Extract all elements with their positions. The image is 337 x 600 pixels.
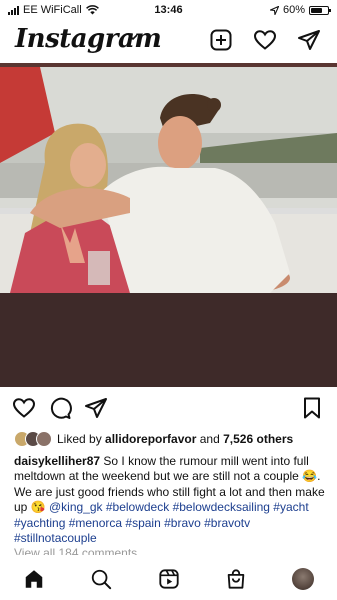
direct-message-icon[interactable] [297, 28, 321, 52]
liked-by-username[interactable]: allidoreporfavor [105, 432, 196, 446]
comment-icon[interactable] [48, 396, 72, 420]
app-header: Instagram [0, 22, 337, 58]
avatar [36, 431, 52, 447]
post-caption: daisykelliher87 So I know the rumour mil… [14, 454, 326, 546]
reels-icon[interactable] [158, 568, 180, 590]
bottom-tab-bar [0, 558, 337, 600]
battery-percent: 60% [282, 4, 305, 16]
post-photo [0, 63, 337, 293]
search-icon[interactable] [90, 568, 112, 590]
chevron-down-icon[interactable] [128, 34, 138, 41]
shop-icon[interactable] [225, 568, 247, 590]
battery-icon [309, 5, 331, 15]
caption-mention[interactable]: @king_gk [49, 500, 103, 514]
likes-count[interactable]: 7,526 others [223, 432, 293, 446]
bookmark-icon[interactable] [300, 396, 324, 420]
status-right: 60% [269, 4, 331, 16]
heart-icon[interactable] [253, 28, 277, 52]
home-icon[interactable] [23, 568, 45, 590]
view-comments-link[interactable]: View all 184 comments [14, 546, 137, 555]
share-icon[interactable] [84, 396, 108, 420]
new-post-icon[interactable] [209, 28, 233, 52]
post-actions [0, 396, 337, 422]
liker-avatars[interactable] [14, 431, 52, 447]
liked-by-prefix: Liked by [57, 432, 102, 446]
post-media[interactable] [0, 63, 337, 387]
instagram-logo[interactable]: Instagram [15, 24, 162, 54]
like-heart-icon[interactable] [12, 396, 36, 420]
liked-by-and: and [199, 432, 220, 446]
status-bar: EE WiFiCall 13:46 60% [0, 0, 337, 20]
profile-avatar[interactable] [292, 568, 314, 590]
location-arrow-icon [269, 5, 279, 15]
likes-summary: Liked by allidoreporfavor and 7,526 othe… [14, 430, 329, 448]
caption-username[interactable]: daisykelliher87 [14, 454, 100, 468]
